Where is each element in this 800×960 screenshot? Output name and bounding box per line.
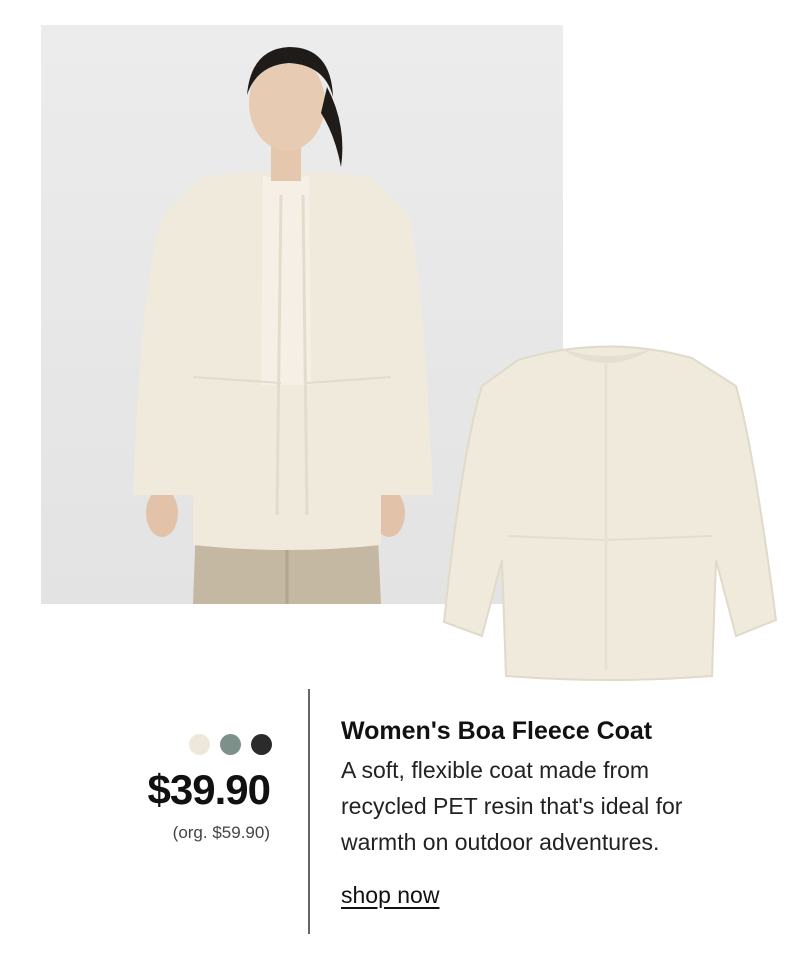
product-photo xyxy=(436,330,782,690)
vertical-divider xyxy=(308,689,310,934)
swatch-ivory[interactable] xyxy=(189,734,210,755)
original-price: (org. $59.90) xyxy=(172,823,270,842)
product-info: Women's Boa Fleece Coat A soft, flexible… xyxy=(341,715,781,909)
product-title: Women's Boa Fleece Coat xyxy=(341,717,653,745)
swatch-black[interactable] xyxy=(251,734,272,755)
swatch-sage-green[interactable] xyxy=(220,734,241,755)
coat-flat-illustration xyxy=(442,345,778,681)
shop-now-link[interactable]: shop now xyxy=(341,882,439,909)
product-description: A soft, flexible coat made from recycled… xyxy=(341,757,683,855)
color-swatches xyxy=(189,734,272,755)
sale-price: $39.90 xyxy=(147,766,271,813)
